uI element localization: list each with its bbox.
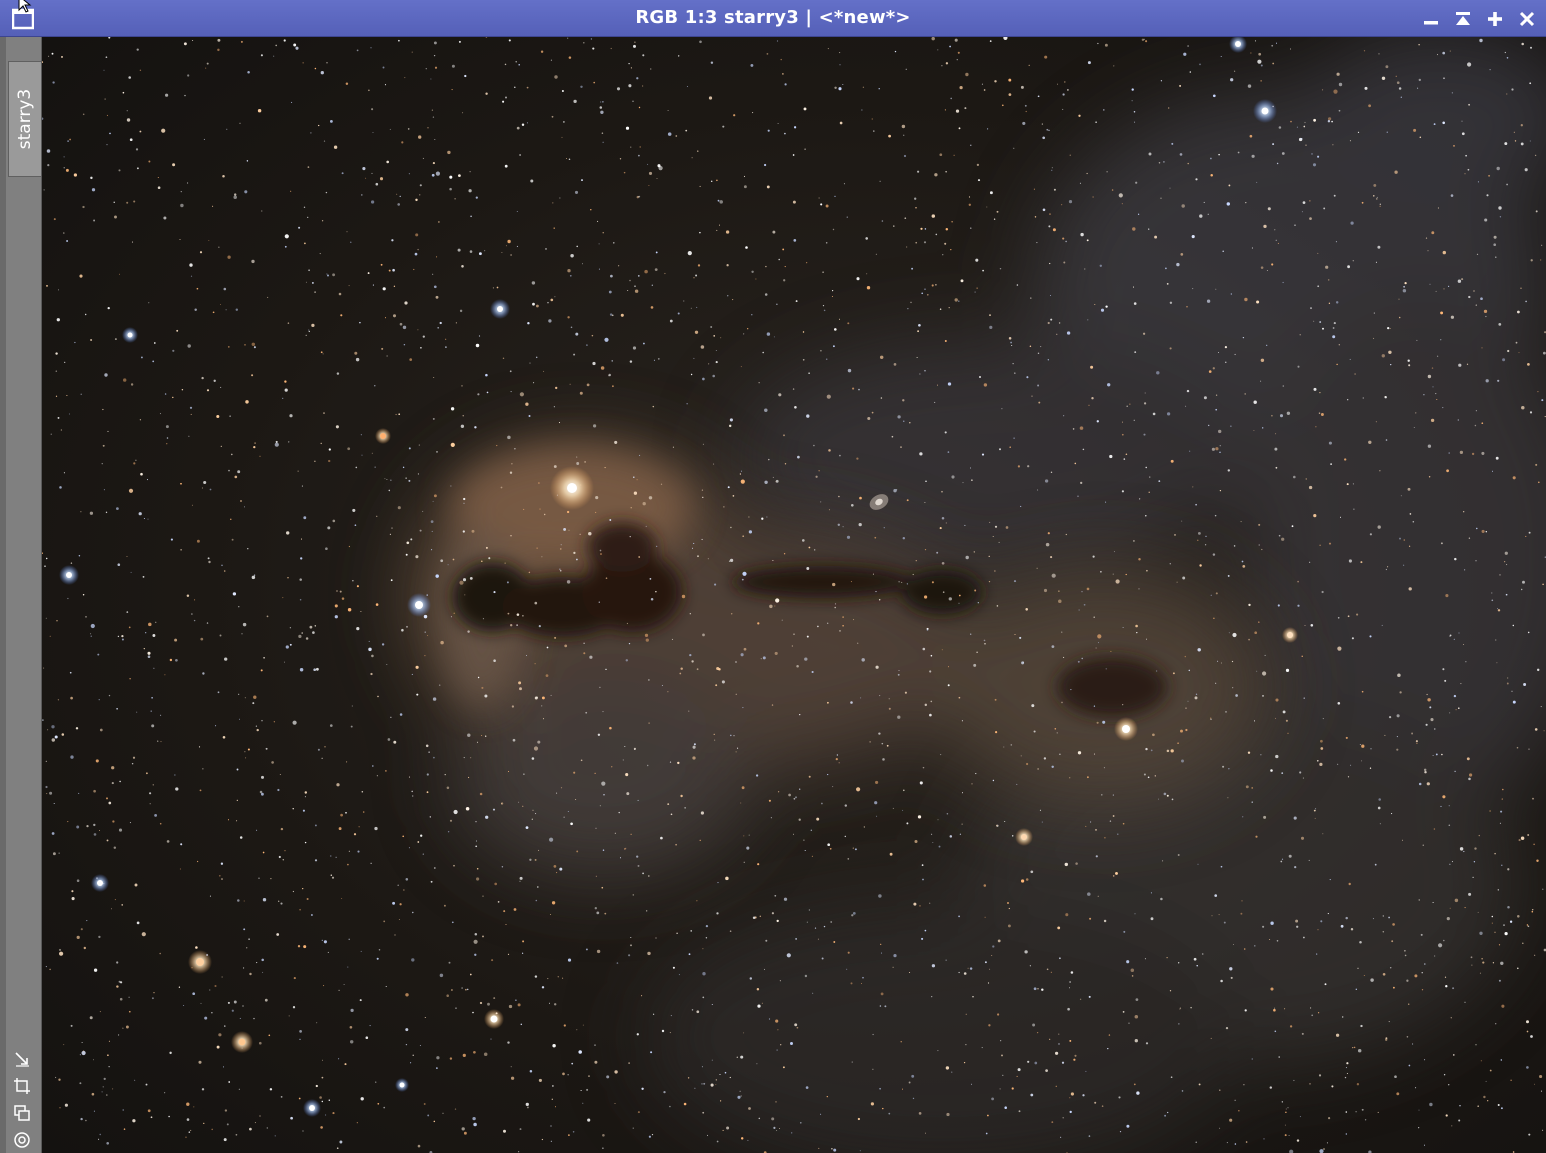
image-window: RGB 1:3 starry3 | <*new*> starry3 [0,0,1546,1153]
shade-icon [1456,12,1470,25]
view-tab-label: starry3 [15,88,35,150]
fit-view-button[interactable] [12,1049,32,1068]
mouse-cursor-icon [18,0,32,13]
minimize-icon [1424,21,1438,25]
maximize-button[interactable] [1482,6,1508,32]
close-icon [1519,11,1535,27]
shade-button[interactable] [1450,6,1476,32]
view-sidebar: starry3 [0,37,42,1153]
view-tab-starry3[interactable]: starry3 [8,61,41,177]
minimize-button[interactable] [1418,6,1444,32]
clone-view-button[interactable] [12,1103,32,1122]
plus-icon [1488,12,1502,26]
sidebar-edge [0,37,6,1153]
window-controls [1418,6,1540,32]
clone-icon [14,1104,30,1121]
astro-image [42,37,1546,1153]
target-button[interactable] [12,1130,32,1149]
target-icon [14,1131,30,1148]
window-title: RGB 1:3 starry3 | <*new*> [635,7,911,28]
view-toolbox [12,1049,36,1149]
crop-frame-icon [14,1077,30,1094]
image-canvas[interactable] [42,37,1546,1153]
title-bar[interactable]: RGB 1:3 starry3 | <*new*> [0,0,1546,37]
close-button[interactable] [1514,6,1540,32]
crop-frame-button[interactable] [12,1076,32,1095]
fit-view-icon [15,1051,29,1067]
